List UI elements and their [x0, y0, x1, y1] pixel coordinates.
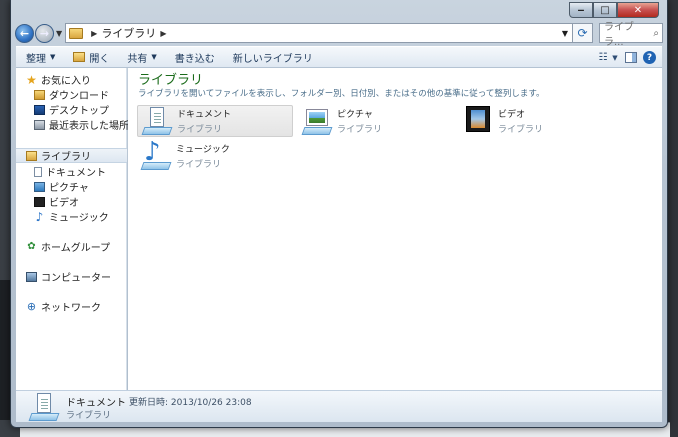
documents-library-icon: [28, 392, 60, 422]
videos-library-icon: [462, 106, 494, 136]
explorer-window: ‒ □ ✕ ← → ▼ ▶ ライブラリ ▶ ▼ ⟳ ライブラ... ⌕ 整理 ▼…: [10, 0, 668, 428]
open-button[interactable]: 開く: [73, 50, 109, 65]
share-label: 共有: [127, 53, 148, 65]
library-tile-videos[interactable]: ビデオ ライブラリ: [459, 105, 615, 137]
desktop-icon: [34, 104, 45, 115]
sidebar-item-label: ホームグループ: [41, 243, 111, 254]
close-button[interactable]: ✕: [617, 2, 659, 18]
downloads-folder-icon: [34, 89, 45, 100]
open-label: 開く: [89, 53, 110, 65]
document-icon: [34, 166, 42, 177]
refresh-icon: ⟳: [577, 26, 588, 40]
pictures-library-icon: [301, 106, 333, 136]
chevron-down-icon: ▼: [151, 53, 157, 61]
address-dropdown-icon[interactable]: ▼: [562, 29, 568, 38]
organize-label: 整理: [26, 53, 46, 65]
forward-button[interactable]: →: [35, 23, 54, 43]
burn-button[interactable]: 書き込む: [175, 50, 215, 65]
refresh-button[interactable]: ⟳: [573, 23, 593, 43]
sidebar-item-network[interactable]: ⊕ ネットワーク: [26, 299, 137, 314]
sidebar-item-label: ミュージック: [49, 213, 109, 224]
navigation-bar: ← → ▼ ▶ ライブラリ ▶ ▼ ⟳ ライブラ... ⌕: [15, 22, 663, 48]
sidebar-item-label: ダウンロード: [49, 91, 109, 102]
preview-pane-icon[interactable]: [625, 52, 637, 63]
computer-icon: [26, 271, 37, 282]
library-type: ライブラリ: [176, 160, 222, 170]
desktop-edge: [0, 280, 10, 420]
picture-icon: [34, 181, 45, 192]
sidebar-item-favorites[interactable]: ★ お気に入り: [26, 72, 137, 88]
sidebar-item-label: ピクチャ: [49, 183, 89, 194]
chevron-down-icon: ▼: [50, 53, 56, 61]
network-icon: ⊕: [26, 300, 37, 313]
sidebar-item-label: ライブラリ: [41, 152, 91, 163]
search-icon: ⌕: [653, 27, 659, 39]
library-name: ビデオ: [498, 110, 526, 120]
help-icon[interactable]: ?: [643, 51, 656, 64]
library-type: ライブラリ: [337, 125, 383, 135]
music-note-icon: ♪: [35, 209, 44, 224]
breadcrumb-libraries[interactable]: ライブラリ: [101, 25, 156, 41]
minimize-button[interactable]: ‒: [569, 2, 593, 18]
library-name: ドキュメント: [177, 110, 232, 120]
organize-button[interactable]: 整理 ▼: [26, 50, 55, 65]
homegroup-icon: ✿: [27, 241, 36, 252]
maximize-button[interactable]: □: [593, 2, 617, 18]
breadcrumb-chevron-icon[interactable]: ▶: [160, 29, 166, 38]
new-library-button[interactable]: 新しいライブラリ: [233, 50, 313, 65]
library-tile-pictures[interactable]: ピクチャ ライブラリ: [298, 105, 454, 137]
details-pane: ドキュメント 更新日時: 2013/10/26 23:08 ライブラリ: [16, 390, 662, 422]
sidebar-item-label: 最近表示した場所: [49, 121, 129, 132]
breadcrumb-separator-icon[interactable]: ▶: [91, 29, 97, 38]
library-type: ライブラリ: [498, 125, 544, 135]
sidebar-item-computer[interactable]: コンピューター: [26, 269, 137, 284]
page-title: ライブラリ: [138, 73, 204, 88]
sidebar-item-label: ドキュメント: [46, 168, 106, 179]
navigation-pane: ★ お気に入り ダウンロード デスクトップ 最近表示した場所 ライブラリ ドキュ…: [16, 68, 129, 390]
search-input[interactable]: ライブラ... ⌕: [599, 22, 663, 48]
recent-places-icon: [34, 119, 45, 130]
new-library-label: 新しいライブラリ: [232, 53, 313, 65]
window-controls: ‒ □ ✕: [569, 2, 659, 18]
library-tile-music[interactable]: ♪ ミュージック ライブラリ: [137, 139, 293, 172]
details-name: ドキュメント: [66, 398, 126, 409]
video-icon: [34, 196, 45, 207]
sidebar-item-homegroup[interactable]: ✿ ホームグループ: [26, 239, 137, 254]
library-type: ライブラリ: [177, 125, 223, 135]
libraries-icon: [26, 150, 37, 161]
star-icon: ★: [26, 72, 37, 87]
page-description: ライブラリを開いてファイルを表示し、フォルダー別、日付別、またはその他の基準に従…: [138, 89, 545, 99]
music-library-icon: ♪: [140, 139, 172, 171]
back-button[interactable]: ←: [15, 23, 34, 43]
sidebar-item-label: お気に入り: [41, 76, 91, 87]
library-name: ミュージック: [176, 145, 230, 155]
content-pane: ライブラリ ライブラリを開いてファイルを表示し、フォルダー別、日付別、またはその…: [128, 68, 662, 390]
documents-library-icon: [141, 106, 173, 136]
libraries-folder-icon: [69, 27, 84, 39]
burn-label: 書き込む: [174, 53, 215, 65]
library-tile-documents[interactable]: ドキュメント ライブラリ: [137, 105, 293, 137]
search-placeholder: ライブラ...: [604, 22, 634, 48]
sidebar-item-label: ビデオ: [49, 198, 79, 209]
address-bar[interactable]: ▶ ライブラリ ▶ ▼: [65, 23, 573, 43]
open-folder-icon: [73, 52, 86, 62]
sidebar-item-label: コンピューター: [41, 273, 111, 284]
view-controls: ☷ ▼ ?: [589, 50, 656, 65]
share-button[interactable]: 共有 ▼: [127, 50, 156, 65]
sidebar-item-label: デスクトップ: [49, 106, 109, 117]
details-type: ライブラリ: [66, 411, 112, 421]
library-name: ピクチャ: [337, 110, 373, 120]
view-options-icon[interactable]: ☷: [595, 50, 611, 65]
details-modified: 更新日時: 2013/10/26 23:08: [129, 398, 252, 408]
command-bar: 整理 ▼ 開く 共有 ▼ 書き込む 新しいライブラリ ☷ ▼ ?: [16, 46, 662, 68]
view-dropdown-icon[interactable]: ▼: [611, 50, 619, 65]
sidebar-item-label: ネットワーク: [41, 303, 101, 314]
recent-pages-dropdown[interactable]: ▼: [56, 29, 62, 38]
sidebar-item-libraries[interactable]: ライブラリ: [16, 148, 127, 163]
